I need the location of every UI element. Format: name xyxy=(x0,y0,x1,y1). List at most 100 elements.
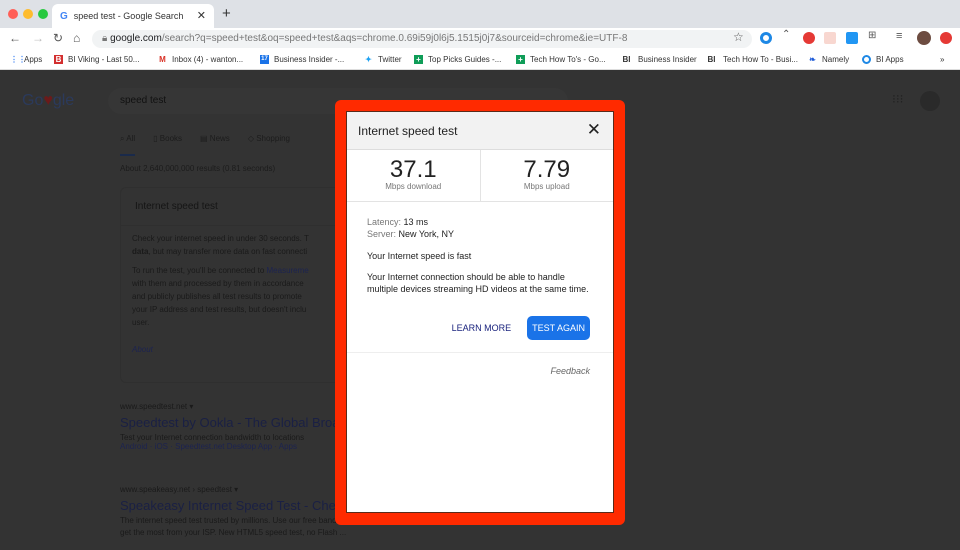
reload-icon[interactable]: ↻ xyxy=(53,31,63,45)
bookmark-bi-apps[interactable]: BI Apps xyxy=(862,55,904,64)
bookmark-label: Business Insider xyxy=(638,55,697,64)
search-query: speed test xyxy=(120,95,167,106)
sheets-icon: + xyxy=(516,55,525,64)
result-url: www.speedtest.net ▾ xyxy=(120,402,194,411)
google-logo[interactable]: Go♥gle xyxy=(22,92,74,110)
bookmark-label: BI Viking - Last 50... xyxy=(68,55,140,64)
result-title-link[interactable]: Speedtest by Ookla - The Global Broa xyxy=(120,415,339,430)
media-icon[interactable]: ≡ xyxy=(896,30,902,42)
gmail-icon: M xyxy=(159,55,166,64)
download-label: Mbps download xyxy=(385,182,442,191)
test-again-button[interactable]: TEST AGAIN xyxy=(527,316,590,340)
close-tab-icon[interactable]: ✕ xyxy=(197,9,206,22)
tab-label: Shopping xyxy=(256,134,290,143)
profile-avatar[interactable] xyxy=(917,31,931,45)
bookmark-inbox[interactable]: M Inbox (4) - wanton... xyxy=(158,55,243,64)
google-favicon-icon: G xyxy=(60,10,68,22)
upload-label: Mbps upload xyxy=(523,182,570,191)
speed-test-card: Internet speed test Check your internet … xyxy=(120,187,360,383)
bookmark-label: Tech How To's - Go... xyxy=(530,55,606,64)
back-icon[interactable]: ← xyxy=(9,31,21,45)
bi-text-icon: BI xyxy=(622,55,631,64)
close-icon[interactable]: ✕ xyxy=(587,120,601,140)
bookmark-tech-how-to-busi[interactable]: BI Tech How To - Busi... xyxy=(705,55,799,64)
bookmark-label: BI Apps xyxy=(876,55,904,64)
lock-icon: 🔒︎ xyxy=(102,33,111,44)
account-avatar[interactable] xyxy=(920,91,940,111)
twitter-icon: ✦ xyxy=(365,55,372,64)
bookmark-namely[interactable]: ❧ Namely xyxy=(808,55,849,64)
new-tab-button[interactable]: + xyxy=(222,5,231,22)
calendar-icon: 17 xyxy=(260,55,269,64)
minimize-window-button[interactable] xyxy=(23,9,33,19)
url-domain: google.com xyxy=(110,33,162,44)
address-bar[interactable]: 🔒︎ google.com/search?q=speed+test&oq=spe… xyxy=(92,30,752,48)
speed-verdict: Your Internet speed is fast xyxy=(367,251,472,261)
bi-text-icon: BI xyxy=(707,55,716,64)
bookmark-apps[interactable]: ⋮⋮ Apps xyxy=(10,55,42,64)
home-icon[interactable]: ⌂ xyxy=(73,31,80,45)
speed-description: Your Internet connection should be able … xyxy=(367,272,589,294)
upload-value: 7.79 xyxy=(523,156,571,183)
bookmark-label: Business Insider -... xyxy=(274,55,345,64)
measurement-lab-link[interactable]: Measureme xyxy=(267,266,309,275)
tab-news[interactable]: ▤ News xyxy=(200,134,230,156)
extension-red-icon[interactable] xyxy=(803,32,815,44)
bi-icon: B xyxy=(54,55,63,64)
bookmark-business-insider[interactable]: BI Business Insider xyxy=(620,55,697,64)
bookmark-label: Namely xyxy=(822,55,850,64)
extension-grid-icon[interactable]: ⊞ xyxy=(868,30,876,41)
bookmark-business-insider-cal[interactable]: 17 Business Insider -... xyxy=(260,55,344,64)
bookmark-label: Apps xyxy=(24,55,43,64)
bookmarks-bar: ⋮⋮ Apps B BI Viking - Last 50... M Inbox (4… xyxy=(0,50,960,70)
result-snippet-2: get the most from your ISP. New HTML5 sp… xyxy=(120,528,347,537)
browser-toolbar: ← → ↻ ⌂ 🔒︎ google.com/search?q=speed+tes… xyxy=(0,28,960,50)
result-sitelinks[interactable]: Android · iOS · Speedtest.net Desktop Ap… xyxy=(120,442,339,451)
bookmark-bi-viking[interactable]: B BI Viking - Last 50... xyxy=(54,55,139,64)
bookmark-twitter[interactable]: ✦ Twitter xyxy=(364,55,401,64)
dialog-actions: LEARN MORE TEST AGAIN xyxy=(452,316,590,340)
feedback-link[interactable]: Feedback xyxy=(550,366,590,376)
search-result: www.speedtest.net ▾ Speedtest by Ookla -… xyxy=(120,402,339,451)
card-text-1: Check your internet speed in under 30 se… xyxy=(132,234,309,256)
bookmark-star-icon[interactable]: ☆ xyxy=(733,30,744,44)
tab-books[interactable]: ▯ Books xyxy=(153,134,182,156)
test-details: Latency: 13 ms Server: New York, NY Your… xyxy=(347,202,613,295)
bookmark-tech-how-tos[interactable]: + Tech How To's - Go... xyxy=(516,55,606,64)
extension-circle-icon[interactable] xyxy=(760,32,772,44)
bookmark-label: Top Picks Guides -... xyxy=(428,55,502,64)
extension-arrow-icon[interactable]: ⌃ xyxy=(782,29,790,40)
bookmark-label: Inbox (4) - wanton... xyxy=(172,55,244,64)
extension-window-icon[interactable] xyxy=(846,32,858,44)
extension-translate-icon[interactable] xyxy=(824,32,836,44)
download-speed: 37.1 Mbps download xyxy=(347,150,481,201)
latency-row: Latency: 13 ms xyxy=(367,217,429,227)
card-title: Internet speed test xyxy=(121,188,359,226)
tab-label: Books xyxy=(159,134,183,143)
maximize-window-button[interactable] xyxy=(38,9,48,19)
download-value: 37.1 xyxy=(389,156,437,183)
sheets-icon: + xyxy=(414,55,423,64)
tab-shopping[interactable]: ◇ Shopping xyxy=(248,134,290,156)
dialog-header: Internet speed test ✕ xyxy=(347,112,613,150)
upload-speed: 7.79 Mbps upload xyxy=(481,150,614,201)
extension-upload-icon[interactable] xyxy=(940,32,952,44)
about-link[interactable]: About xyxy=(121,329,359,356)
forward-icon[interactable]: → xyxy=(32,31,44,45)
result-stats: About 2,640,000,000 results (0.81 second… xyxy=(120,164,276,173)
close-window-button[interactable] xyxy=(8,9,18,19)
browser-tab-bar: G speed test - Google Search ✕ + xyxy=(0,0,960,28)
tab-all[interactable]: ⌕ All xyxy=(120,134,136,156)
bookmark-top-picks[interactable]: + Top Picks Guides -... xyxy=(414,55,501,64)
bookmark-label: Tech How To - Busi... xyxy=(723,55,798,64)
tab-title: speed test - Google Search xyxy=(73,11,184,21)
namely-icon: ❧ xyxy=(809,55,816,64)
card-text-2: To run the test, you'll be connected to … xyxy=(132,266,309,327)
more-bookmarks-button[interactable]: » xyxy=(940,55,944,64)
dialog-title: Internet speed test xyxy=(358,124,458,138)
browser-tab[interactable]: G speed test - Google Search ✕ xyxy=(52,4,214,28)
learn-more-button[interactable]: LEARN MORE xyxy=(452,323,512,333)
result-snippet: Test your Internet connection bandwidth … xyxy=(120,433,305,442)
apps-grid-icon[interactable]: ⁝⁝⁝ xyxy=(892,92,903,106)
apps-grid-icon: ⋮⋮ xyxy=(10,55,26,64)
